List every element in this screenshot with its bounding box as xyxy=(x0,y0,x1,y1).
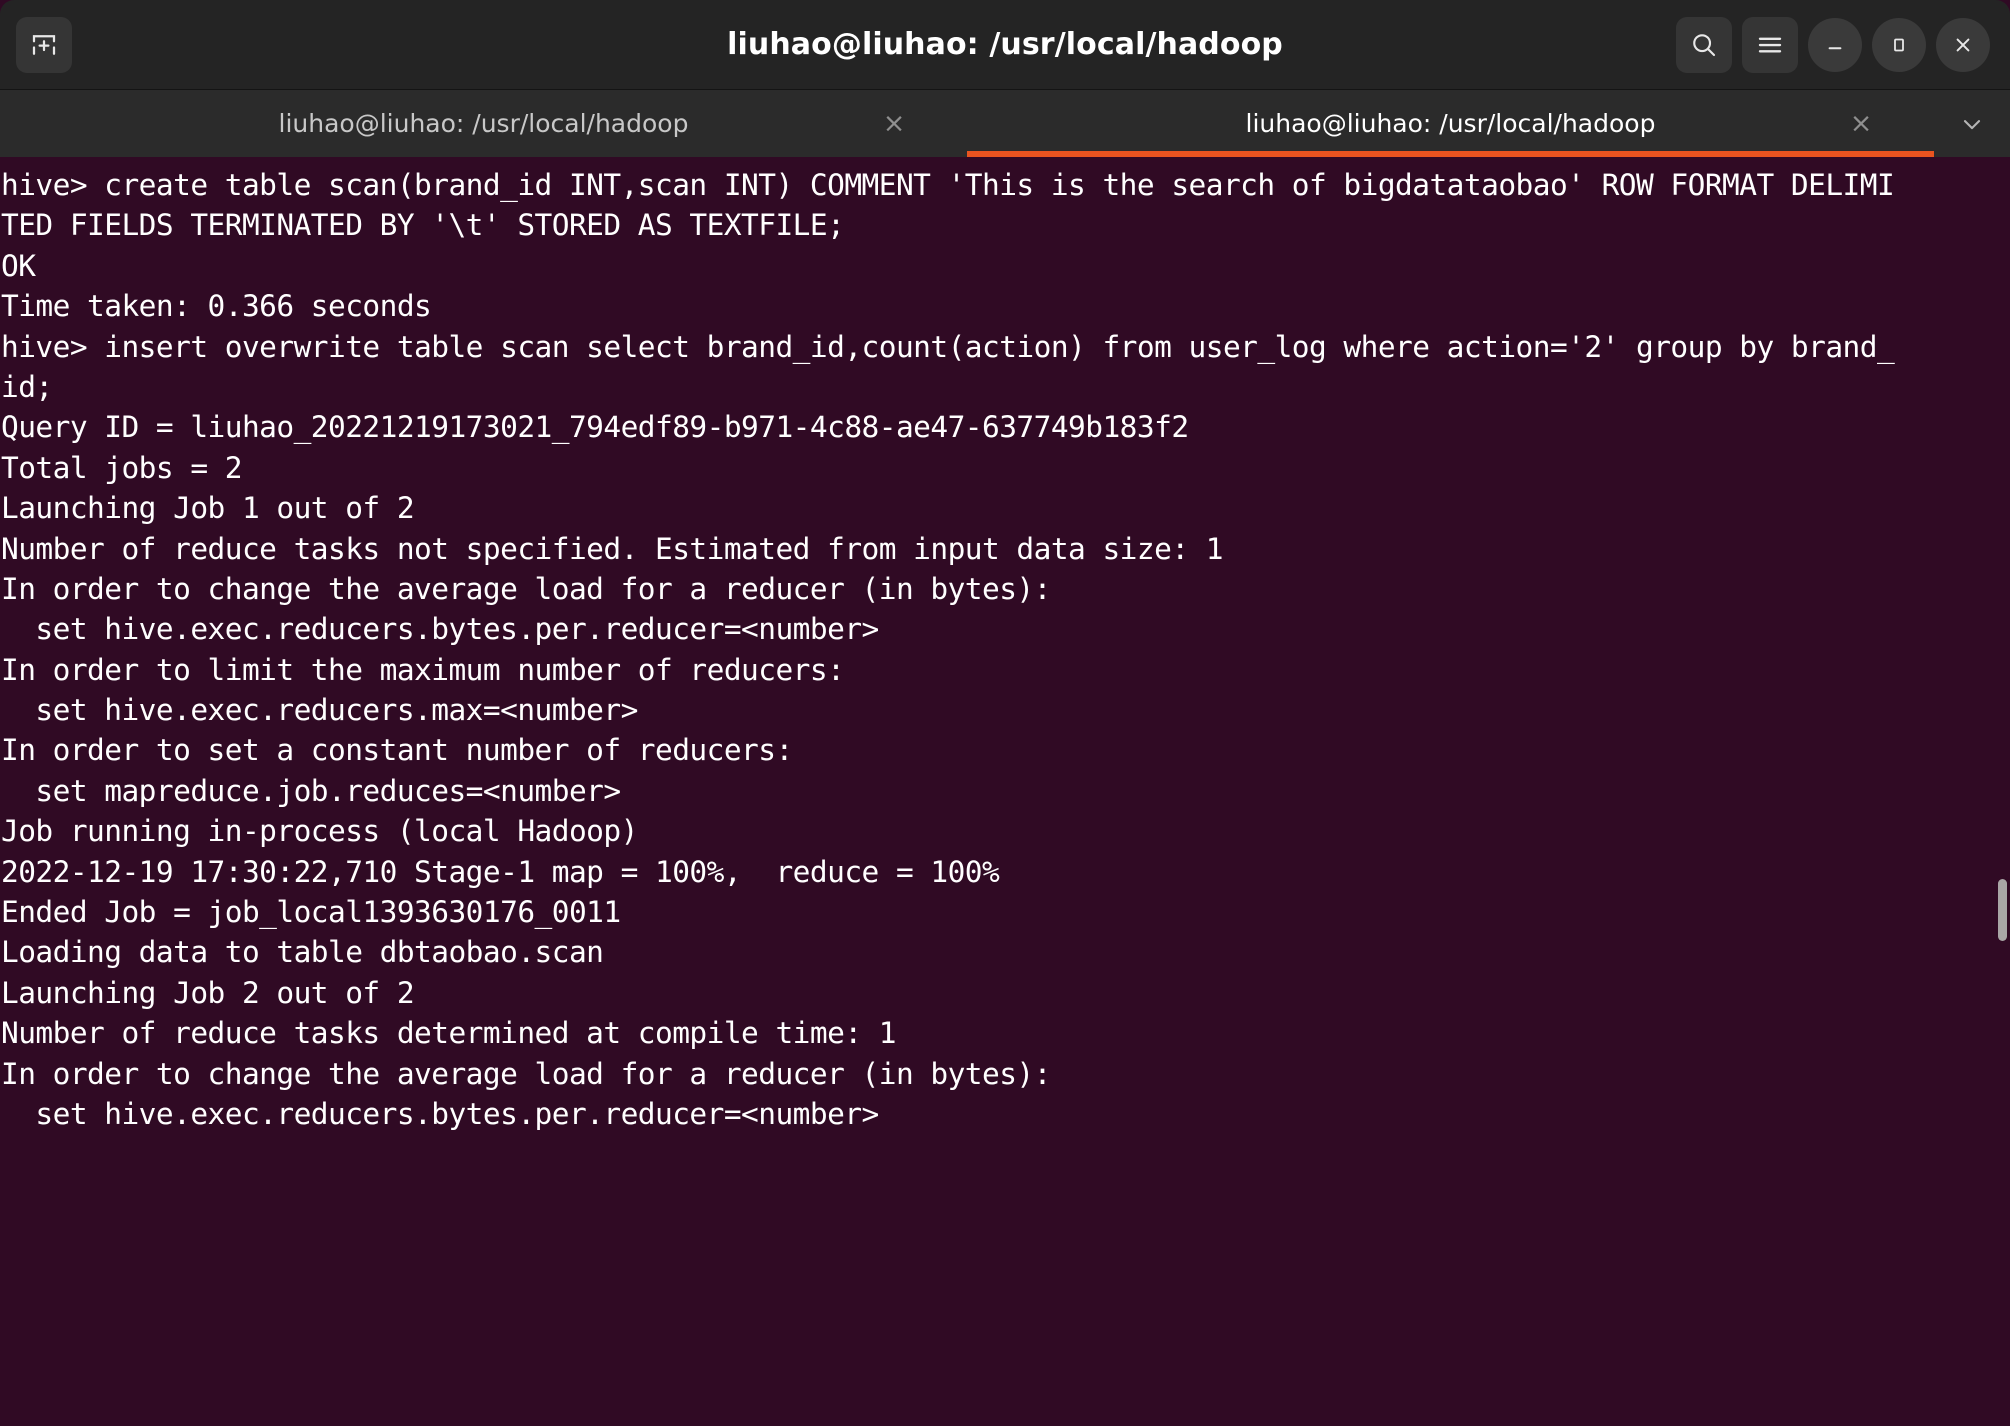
tab-label: liuhao@liuhao: /usr/local/hadoop xyxy=(278,109,689,138)
terminal-line: Number of reduce tasks determined at com… xyxy=(1,1016,897,1051)
terminal-output: hive> create table scan(brand_id INT,sca… xyxy=(0,157,2010,1134)
terminal-line: set hive.exec.reducers.bytes.per.reducer… xyxy=(1,1096,879,1131)
terminal-line: Launching Job 2 out of 2 xyxy=(1,975,415,1010)
title-bar-right-controls xyxy=(1676,16,2010,73)
terminal-line: 2022-12-19 17:30:22,710 Stage-1 map = 10… xyxy=(1,854,1000,889)
tab-0[interactable]: liuhao@liuhao: /usr/local/hadoop × xyxy=(0,90,967,157)
close-icon[interactable] xyxy=(1936,17,1990,72)
search-icon[interactable] xyxy=(1676,16,1732,73)
terminal-line: Total jobs = 2 xyxy=(1,450,243,485)
terminal-line: Loading data to table dbtaobao.scan xyxy=(1,935,604,970)
terminal-line: In order to change the average load for … xyxy=(1,1056,1051,1091)
tab-close-icon[interactable]: × xyxy=(877,107,911,141)
terminal-line: Launching Job 1 out of 2 xyxy=(1,491,415,526)
terminal-line: OK xyxy=(1,248,36,283)
terminal-window: liuhao@liuhao: /usr/local/hadoop liuhao@… xyxy=(0,0,2010,1426)
tab-bar: liuhao@liuhao: /usr/local/hadoop × liuha… xyxy=(0,90,2010,157)
minimize-icon[interactable] xyxy=(1808,17,1862,72)
tab-close-icon[interactable]: × xyxy=(1844,107,1878,141)
chevron-down-icon[interactable] xyxy=(1934,90,2010,157)
terminal-line: Ended Job = job_local1393630176_0011 xyxy=(1,895,621,930)
terminal-view[interactable]: hive> create table scan(brand_id INT,sca… xyxy=(0,157,2010,1426)
terminal-line: Number of reduce tasks not specified. Es… xyxy=(1,531,1224,566)
terminal-line: hive> insert overwrite table scan select… xyxy=(1,329,1895,364)
terminal-line: In order to change the average load for … xyxy=(1,571,1051,606)
terminal-line: Time taken: 0.366 seconds xyxy=(1,289,432,324)
terminal-line: set mapreduce.job.reduces=<number> xyxy=(1,773,621,808)
terminal-line: In order to limit the maximum number of … xyxy=(1,652,845,687)
terminal-line: hive> create table scan(brand_id INT,sca… xyxy=(1,168,1895,202)
title-bar: liuhao@liuhao: /usr/local/hadoop xyxy=(0,0,2010,90)
terminal-line: In order to set a constant number of red… xyxy=(1,733,793,768)
terminal-scrollbar[interactable] xyxy=(1996,157,2010,1426)
terminal-line: set hive.exec.reducers.max=<number> xyxy=(1,693,638,728)
terminal-line: set hive.exec.reducers.bytes.per.reducer… xyxy=(1,612,879,647)
terminal-line: Query ID = liuhao_20221219173021_794edf8… xyxy=(1,410,1189,445)
terminal-line: id; xyxy=(1,369,53,404)
title-bar-left-controls xyxy=(0,16,72,73)
scrollbar-thumb[interactable] xyxy=(1998,879,2007,941)
hamburger-menu-icon[interactable] xyxy=(1742,16,1798,73)
maximize-icon[interactable] xyxy=(1872,17,1926,72)
tab-1[interactable]: liuhao@liuhao: /usr/local/hadoop × xyxy=(967,90,1934,157)
tab-label: liuhao@liuhao: /usr/local/hadoop xyxy=(1245,109,1656,138)
new-tab-button[interactable] xyxy=(16,16,72,73)
terminal-line: Job running in-process (local Hadoop) xyxy=(1,814,638,849)
terminal-line: TED FIELDS TERMINATED BY '\t' STORED AS … xyxy=(1,208,845,243)
